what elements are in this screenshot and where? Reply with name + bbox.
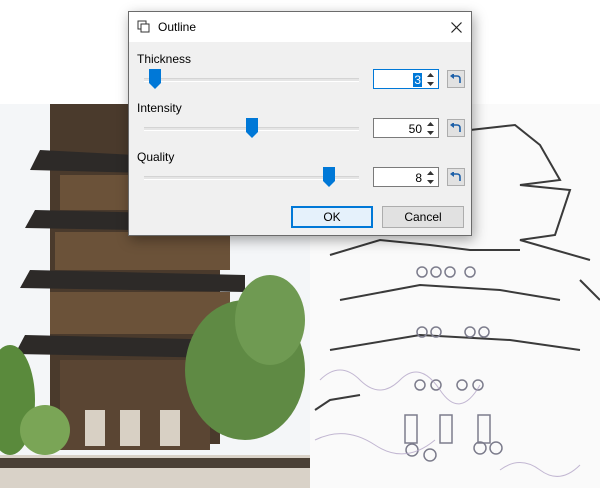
thickness-value[interactable]: 3 [413, 73, 422, 87]
quality-reset-button[interactable] [447, 168, 465, 186]
reset-arrow-icon [450, 122, 461, 132]
spin-up-icon [427, 122, 434, 126]
quality-slider[interactable] [144, 167, 359, 187]
spin-up-icon [427, 171, 434, 175]
spin-down-icon [427, 82, 434, 86]
quality-spin-up[interactable] [424, 169, 437, 177]
intensity-spin-up[interactable] [424, 120, 437, 128]
quality-label: Quality [137, 150, 175, 164]
spin-down-icon [427, 131, 434, 135]
intensity-slider[interactable] [144, 118, 359, 138]
quality-slider-thumb[interactable] [322, 167, 335, 187]
thickness-spin-up[interactable] [424, 71, 437, 79]
quality-spin-down[interactable] [424, 178, 437, 186]
ok-button[interactable]: OK [291, 206, 373, 228]
outline-dialog: Outline Thickness 3 Intensity 50 Quality… [128, 11, 472, 236]
intensity-slider-thumb[interactable] [245, 118, 258, 138]
thickness-slider[interactable] [144, 69, 359, 89]
close-icon [450, 21, 462, 33]
quality-value[interactable]: 8 [415, 171, 422, 185]
intensity-label: Intensity [137, 101, 182, 115]
thickness-reset-button[interactable] [447, 70, 465, 88]
outline-effect-icon [137, 20, 151, 34]
cancel-button[interactable]: Cancel [382, 206, 464, 228]
quality-spinbox[interactable]: 8 [373, 167, 439, 187]
close-button[interactable] [441, 12, 471, 42]
title-bar: Outline [129, 12, 471, 42]
dialog-title: Outline [158, 20, 197, 34]
thickness-spin-down[interactable] [424, 80, 437, 88]
thickness-slider-thumb[interactable] [148, 69, 161, 89]
intensity-spinbox[interactable]: 50 [373, 118, 439, 138]
reset-arrow-icon [450, 171, 461, 181]
thickness-spinbox[interactable]: 3 [373, 69, 439, 89]
spin-up-icon [427, 73, 434, 77]
intensity-reset-button[interactable] [447, 119, 465, 137]
thickness-label: Thickness [137, 52, 192, 66]
reset-arrow-icon [450, 73, 461, 83]
intensity-value[interactable]: 50 [409, 122, 422, 136]
intensity-spin-down[interactable] [424, 129, 437, 137]
spin-down-icon [427, 180, 434, 184]
